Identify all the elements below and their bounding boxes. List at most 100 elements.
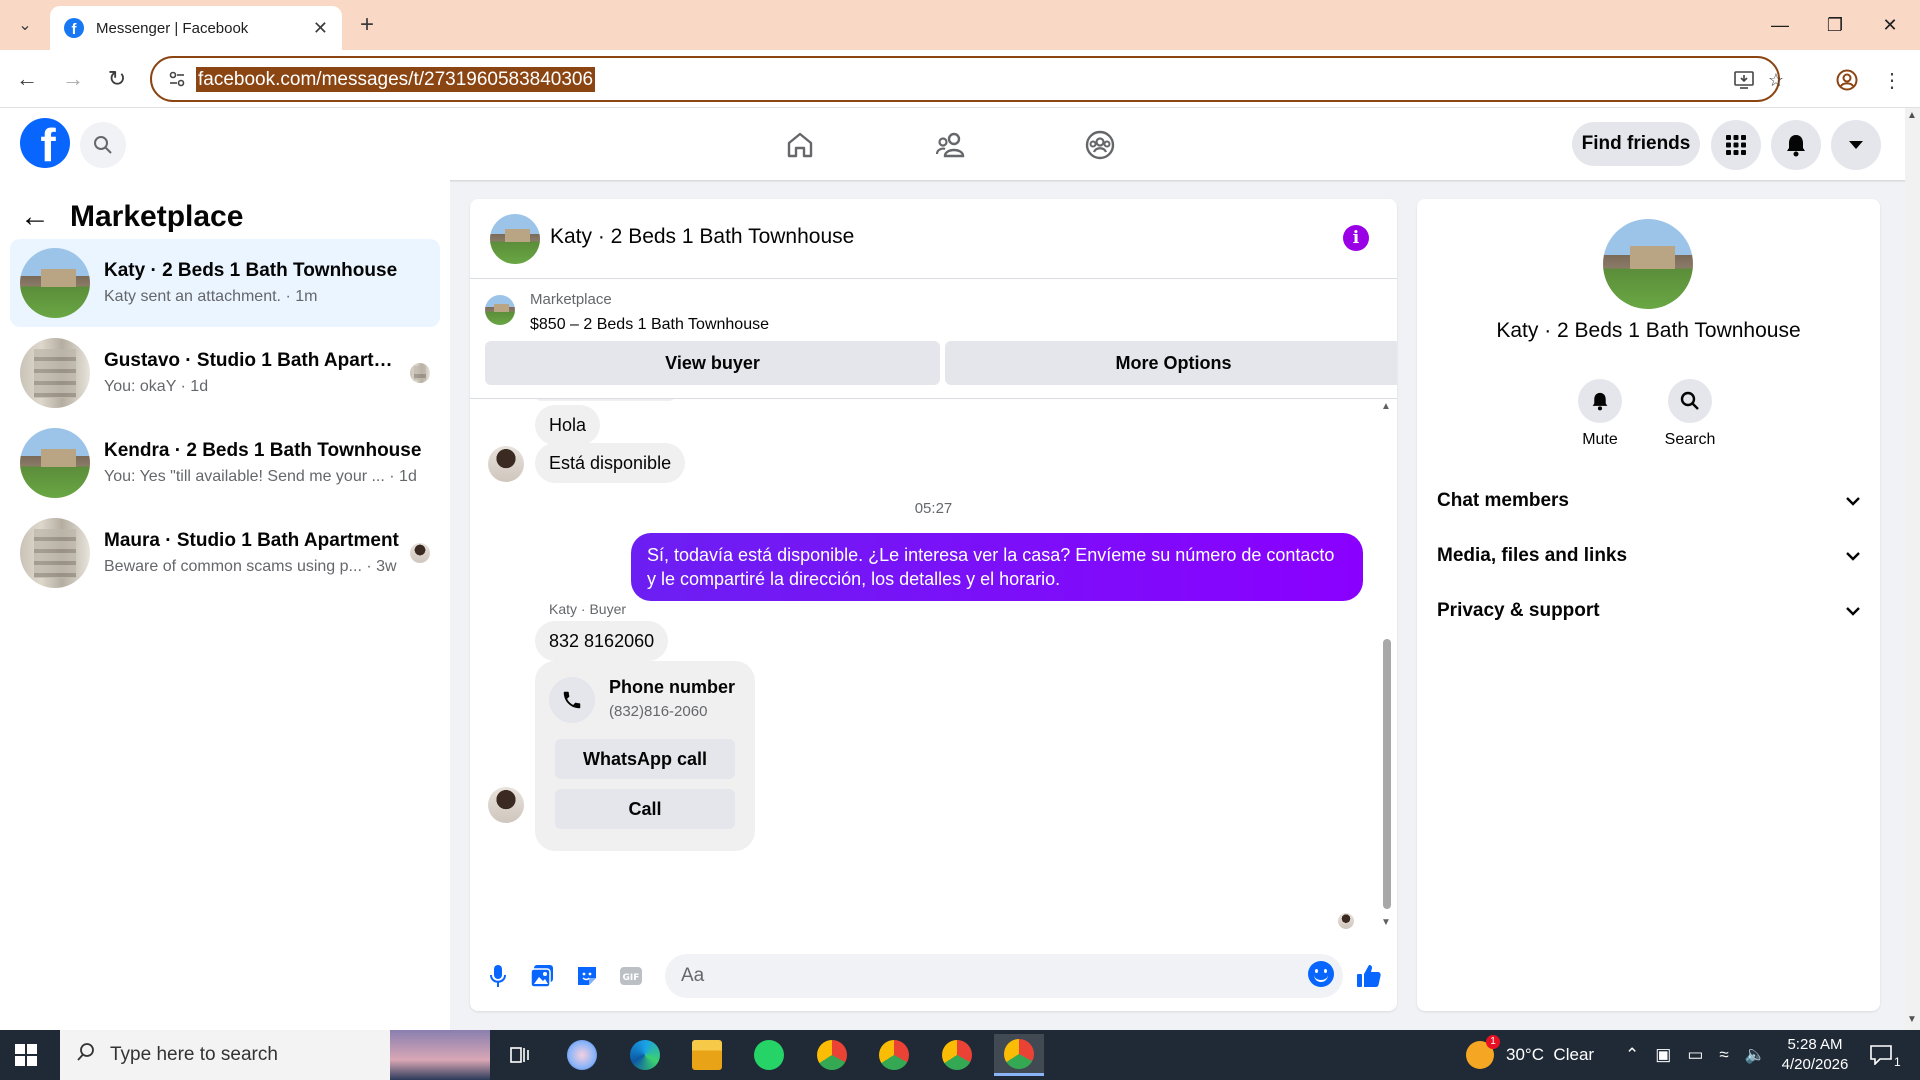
chat-avatar[interactable]	[490, 214, 540, 264]
friends-icon[interactable]	[928, 122, 974, 168]
thumbs-up-icon[interactable]	[1354, 961, 1384, 991]
search-icon	[76, 1042, 96, 1068]
chrome-profile-1-icon[interactable]	[807, 1034, 857, 1076]
search-highlight-image	[390, 1030, 490, 1080]
facebook-header: f Find friends	[0, 108, 1920, 180]
groups-icon[interactable]	[1077, 122, 1123, 168]
battery-icon[interactable]: ▭	[1687, 1045, 1703, 1065]
thread-scrollbar[interactable]: ▲ ▼	[1380, 399, 1392, 929]
sender-avatar	[488, 446, 524, 482]
browser-menu-icon[interactable]: ⋮	[1878, 66, 1906, 94]
meet-now-icon[interactable]: ▣	[1655, 1045, 1671, 1065]
windows-start-icon[interactable]	[0, 1030, 52, 1080]
paint-app-icon[interactable]	[557, 1034, 607, 1076]
back-arrow-icon[interactable]: ←	[20, 200, 50, 234]
scroll-up-icon[interactable]: ▲	[1907, 110, 1917, 121]
notification-center-icon[interactable]: 1	[1870, 1030, 1901, 1080]
gif-icon[interactable]: GIF	[616, 961, 646, 991]
sidebar-header: ← Marketplace	[20, 192, 243, 242]
svg-text:GIF: GIF	[623, 973, 640, 983]
incoming-message: Hola	[535, 405, 601, 445]
home-icon[interactable]	[777, 122, 823, 168]
listing-thumbnail	[20, 428, 90, 498]
taskbar-search[interactable]: Type here to search	[60, 1030, 490, 1080]
reload-icon[interactable]: ↻	[102, 64, 132, 94]
page-scrollbar[interactable]: ▲ ▼	[1905, 108, 1920, 1030]
close-window-icon[interactable]: ✕	[1860, 0, 1920, 50]
site-info-icon[interactable]	[166, 68, 188, 90]
tab-close-icon[interactable]: ✕	[313, 18, 328, 39]
scroll-down-icon[interactable]: ▼	[1380, 917, 1392, 928]
marketplace-banner: Marketplace $850 – 2 Beds 1 Bath Townhou…	[470, 279, 1397, 399]
restore-icon[interactable]: ❐	[1805, 0, 1865, 50]
section-label: Privacy & support	[1437, 600, 1600, 621]
chrome-active-window-icon[interactable]	[994, 1034, 1044, 1076]
account-dropdown-icon[interactable]	[1831, 120, 1881, 170]
call-button[interactable]: Call	[555, 789, 735, 829]
weather-moon-icon: 1	[1466, 1035, 1500, 1069]
info-avatar	[1603, 219, 1693, 309]
listing-title[interactable]: $850 – 2 Beds 1 Bath Townhouse	[530, 316, 769, 334]
more-options-button[interactable]: More Options	[945, 341, 1397, 385]
notifications-bell-icon[interactable]	[1771, 120, 1821, 170]
conversation-item[interactable]: Maura · Studio 1 Bath Apartment Beware o…	[10, 509, 440, 597]
volume-icon[interactable]: 🔈	[1745, 1045, 1766, 1065]
conversation-name: Katy · 2 Beds 1 Bath Townhouse	[104, 260, 398, 281]
new-tab-plus-icon[interactable]: +	[352, 10, 382, 40]
chrome-profile-2-icon[interactable]	[869, 1034, 919, 1076]
minimize-icon[interactable]: —	[1750, 0, 1810, 50]
find-friends-button[interactable]: Find friends	[1572, 122, 1700, 166]
task-view-icon[interactable]	[495, 1034, 545, 1076]
scrollbar-thumb[interactable]	[1383, 639, 1391, 909]
privacy-support-section[interactable]: Privacy & support	[1437, 586, 1860, 636]
whatsapp-icon[interactable]	[744, 1034, 794, 1076]
photo-gallery-icon[interactable]	[527, 961, 557, 991]
chrome-profile-3-icon[interactable]	[932, 1034, 982, 1076]
mute-button[interactable]: Mute	[1560, 379, 1640, 449]
browser-tab-messenger[interactable]: f Messenger | Facebook ✕	[50, 6, 342, 50]
sticker-icon[interactable]	[572, 961, 602, 991]
weather-text: 30°C Clear	[1506, 1045, 1595, 1064]
bookmark-star-icon[interactable]: ☆	[1764, 68, 1788, 92]
emoji-icon[interactable]	[1308, 961, 1334, 987]
show-hidden-icons-icon[interactable]: ⌃	[1625, 1045, 1639, 1065]
sidebar-title: Marketplace	[70, 200, 244, 233]
conversation-name: Kendra · 2 Beds 1 Bath Townhouse	[104, 440, 422, 461]
conversation-item[interactable]: Kendra · 2 Beds 1 Bath Townhouse You: Ye…	[10, 419, 440, 507]
tab-search-chevron-icon[interactable]: ⌄	[10, 10, 40, 40]
chat-members-section[interactable]: Chat members	[1437, 476, 1860, 526]
edge-browser-icon[interactable]	[620, 1034, 670, 1076]
weather-widget[interactable]: 1 30°C Clear	[1466, 1030, 1594, 1080]
conversation-info-icon[interactable]: i	[1343, 225, 1369, 251]
scroll-up-icon[interactable]: ▲	[1380, 401, 1392, 412]
whatsapp-call-button[interactable]: WhatsApp call	[555, 739, 735, 779]
back-arrow-icon[interactable]: ←	[12, 64, 42, 94]
file-explorer-icon[interactable]	[682, 1034, 732, 1076]
chevron-down-icon	[1846, 606, 1860, 616]
view-buyer-button[interactable]: View buyer	[485, 341, 940, 385]
bell-icon	[1578, 379, 1622, 423]
menu-grid-icon[interactable]	[1711, 120, 1761, 170]
forward-arrow-icon[interactable]: →	[58, 64, 88, 94]
media-files-links-section[interactable]: Media, files and links	[1437, 531, 1860, 581]
microphone-icon[interactable]	[483, 961, 513, 991]
wifi-icon[interactable]: ≈	[1719, 1045, 1728, 1065]
conversation-preview: Beware of common scams using p... · 3w	[104, 558, 397, 575]
facebook-logo-icon[interactable]: f	[20, 118, 70, 168]
taskbar-clock[interactable]: 5:28 AM 4/20/2026	[1770, 1035, 1860, 1075]
scroll-down-icon[interactable]: ▼	[1907, 1014, 1917, 1025]
conversation-item[interactable]: Katy · 2 Beds 1 Bath Townhouse Katy sent…	[10, 239, 440, 327]
chat-panel: Katy · 2 Beds 1 Bath Townhouse i Marketp…	[470, 199, 1397, 1011]
profile-icon[interactable]	[1833, 66, 1861, 94]
address-bar[interactable]: facebook.com/messages/t/2731960583840306…	[150, 56, 1784, 102]
url-text[interactable]: facebook.com/messages/t/2731960583840306	[196, 67, 596, 92]
search-conversation-button[interactable]: Search	[1650, 379, 1730, 449]
chat-title[interactable]: Katy · 2 Beds 1 Bath Townhouse	[550, 225, 854, 249]
notification-count-badge: 1	[1894, 1055, 1901, 1069]
install-app-icon[interactable]	[1732, 68, 1756, 92]
message-thread: Hola Está disponible 05:27 Sí, todavía e…	[470, 399, 1397, 929]
facebook-search-icon[interactable]	[80, 122, 126, 168]
message-input[interactable]: Aa	[665, 954, 1343, 998]
phone-card-title: Phone number	[609, 677, 736, 697]
conversation-item[interactable]: Gustavo · Studio 1 Bath Apartm... You: o…	[10, 329, 440, 417]
